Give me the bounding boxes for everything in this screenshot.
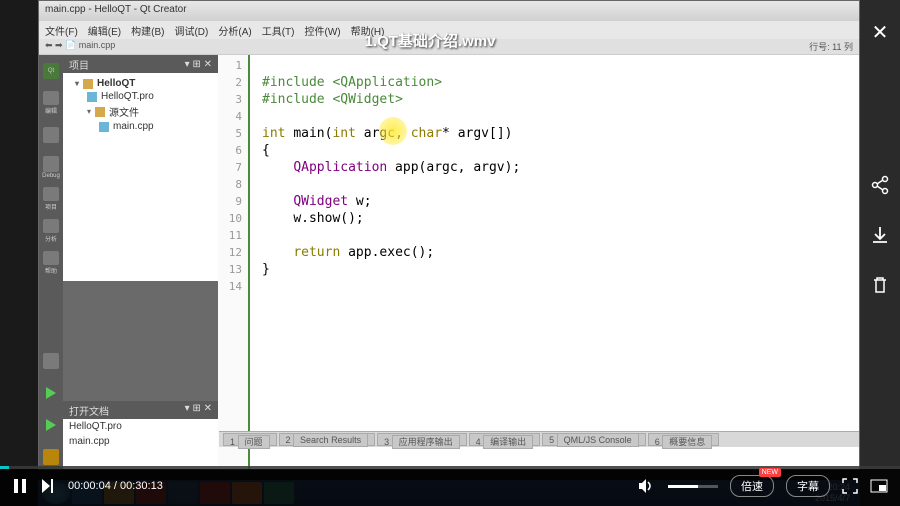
menu-tools[interactable]: 工具(T) xyxy=(262,23,295,37)
video-frame: main.cpp - HelloQT - Qt Creator 文件(F) 编辑… xyxy=(0,0,860,506)
output-tabs: 1 问题 2 Search Results 3 应用程序输出 4 编译输出 5 … xyxy=(219,431,859,447)
pane-controls[interactable]: ▾ ⊞ ✕ xyxy=(185,59,212,70)
openfiles-list[interactable]: HelloQT.pro main.cpp xyxy=(63,419,218,469)
run-button[interactable] xyxy=(41,381,61,405)
file-icon xyxy=(87,92,97,102)
delete-icon[interactable] xyxy=(870,275,890,295)
mode-help[interactable]: 帮助 xyxy=(41,251,61,275)
mode-edit[interactable]: 编辑 xyxy=(41,91,61,115)
file-icon xyxy=(99,122,109,132)
menu-analyze[interactable]: 分析(A) xyxy=(218,23,251,37)
openfile-item[interactable]: main.cpp xyxy=(63,434,218,449)
code-editor: 1234567891011121314 #include <QApplicati… xyxy=(218,55,859,469)
tree-sources-folder[interactable]: ▾源文件 xyxy=(67,103,214,120)
close-button[interactable]: ✕ xyxy=(872,20,889,45)
output-tab-issues[interactable]: 1 问题 xyxy=(223,433,277,446)
time-display: 00:00:04 / 00:30:13 xyxy=(68,480,163,492)
folder-icon xyxy=(83,79,93,89)
line-gutter: 1234567891011121314 xyxy=(218,55,250,469)
kit-selector[interactable] xyxy=(41,349,61,373)
qt-creator-window: main.cpp - HelloQT - Qt Creator 文件(F) 编辑… xyxy=(38,0,860,470)
tree-main-cpp[interactable]: main.cpp xyxy=(67,120,214,133)
toolbar-filename: ⬅ ➡ 📄 main.cpp xyxy=(45,40,115,53)
output-tab-appout[interactable]: 3 应用程序输出 xyxy=(377,433,467,446)
mode-selector: Qt 编辑 Debug 项目 分析 帮助 xyxy=(39,55,63,469)
page-right-sidebar: ✕ xyxy=(860,0,900,506)
output-tab-search[interactable]: 2 Search Results xyxy=(279,433,376,446)
mode-analyze[interactable]: 分析 xyxy=(41,219,61,243)
pause-button[interactable] xyxy=(12,478,28,494)
volume-button[interactable] xyxy=(638,478,656,494)
download-icon[interactable] xyxy=(870,225,890,245)
share-icon[interactable] xyxy=(870,175,890,195)
pip-button[interactable] xyxy=(870,479,888,493)
video-player-controls: 00:00:04 / 00:30:13 倍速NEW 字幕 xyxy=(0,466,900,506)
subtitle-button[interactable]: 字幕 xyxy=(786,475,830,497)
new-badge: NEW xyxy=(759,468,781,477)
project-tree[interactable]: ▾HelloQT HelloQT.pro ▾源文件 main.cpp xyxy=(63,73,218,281)
folder-icon xyxy=(95,107,105,117)
pane-controls[interactable]: ▾ ⊞ ✕ xyxy=(185,403,212,417)
tree-pro-file[interactable]: HelloQT.pro xyxy=(67,90,214,103)
openfile-item[interactable]: HelloQT.pro xyxy=(63,419,218,434)
toolbar-position: 行号: 11 列 xyxy=(809,40,853,53)
fullscreen-button[interactable] xyxy=(842,478,858,494)
menu-edit[interactable]: 编辑(E) xyxy=(88,23,121,37)
window-titlebar: main.cpp - HelloQT - Qt Creator xyxy=(39,1,859,21)
output-tab-compile[interactable]: 4 编译输出 xyxy=(469,433,541,446)
sidebar: 项目 ▾ ⊞ ✕ ▾HelloQT HelloQT.pro ▾源文件 main.… xyxy=(63,55,218,469)
mode-debug[interactable]: Debug xyxy=(41,155,61,179)
video-title-overlay: 1.QT基础介绍.wmv xyxy=(365,30,496,51)
speed-button[interactable]: 倍速NEW xyxy=(730,475,774,497)
debug-run-button[interactable] xyxy=(41,413,61,437)
progress-fill xyxy=(0,466,9,469)
menu-build[interactable]: 构建(B) xyxy=(131,23,164,37)
menu-widgets[interactable]: 控件(W) xyxy=(304,23,340,37)
mode-projects[interactable]: 项目 xyxy=(41,187,61,211)
output-tab-general[interactable]: 6 概要信息 xyxy=(648,433,720,446)
output-tab-qmljs[interactable]: 5 QML/JS Console xyxy=(542,433,646,446)
openfiles-header: 打开文档 ▾ ⊞ ✕ xyxy=(63,401,218,419)
code-area[interactable]: #include <QApplication> #include <QWidge… xyxy=(250,55,859,469)
mode-design[interactable] xyxy=(41,123,61,147)
tree-project-root[interactable]: ▾HelloQT xyxy=(67,77,214,90)
volume-slider[interactable] xyxy=(668,485,718,488)
menu-file[interactable]: 文件(F) xyxy=(45,23,78,37)
next-button[interactable] xyxy=(40,478,56,494)
mode-welcome[interactable]: Qt xyxy=(41,59,61,83)
menu-debug[interactable]: 调试(D) xyxy=(174,23,208,37)
project-pane-header: 项目 ▾ ⊞ ✕ xyxy=(63,55,218,73)
